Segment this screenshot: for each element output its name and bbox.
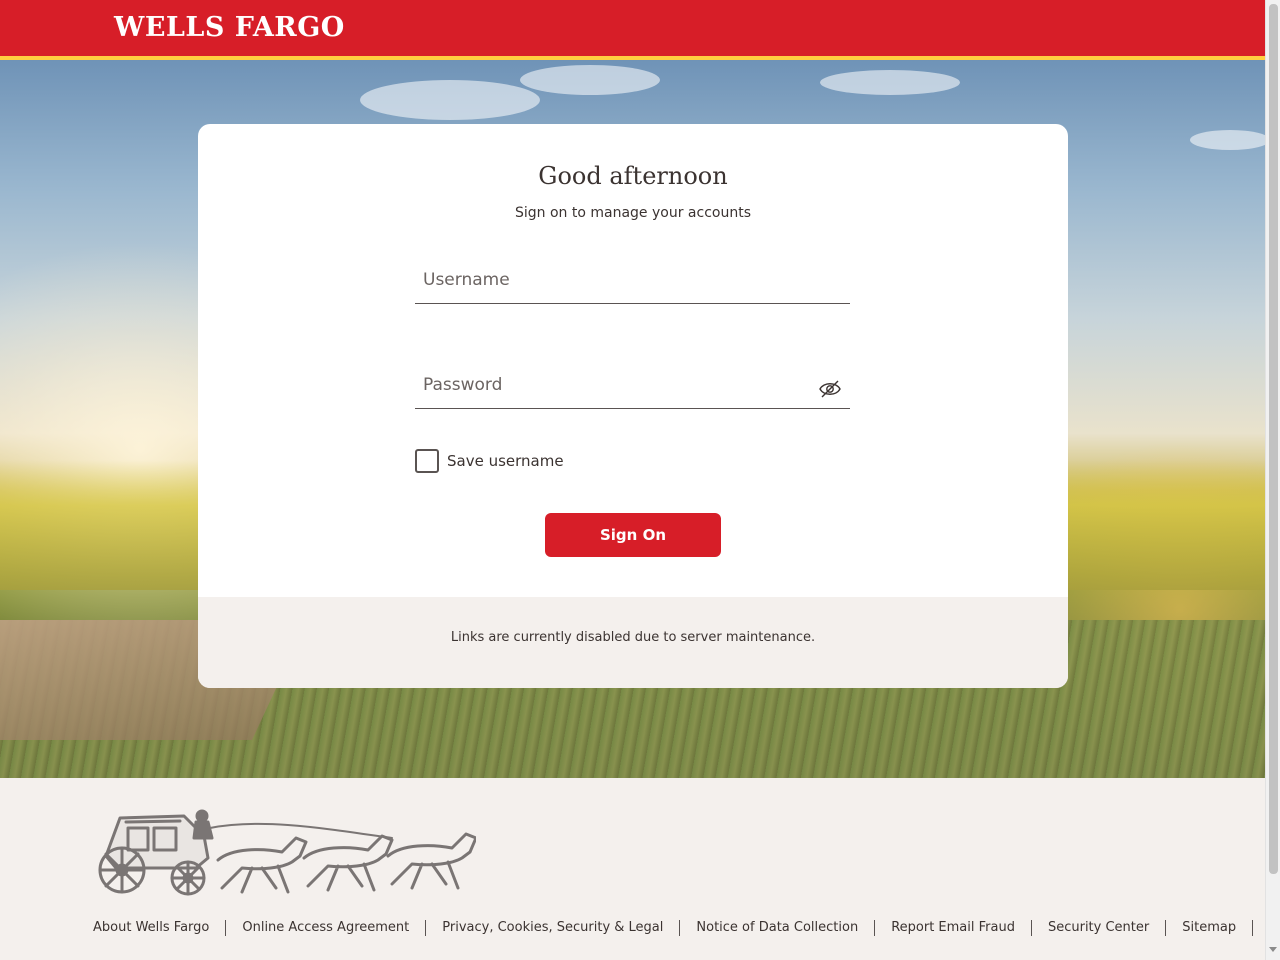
footer-link-privacy[interactable]: Privacy, Cookies, Security & Legal — [426, 920, 681, 936]
wells-fargo-logo[interactable]: WELLS FARGO — [114, 12, 345, 43]
greeting-heading: Good afternoon — [538, 162, 728, 190]
cloud — [360, 80, 540, 120]
scrollbar-thumb[interactable] — [1269, 4, 1278, 874]
cloud — [820, 70, 960, 95]
save-username-label[interactable]: Save username — [447, 452, 564, 470]
cloud — [520, 65, 660, 95]
stagecoach-logo — [98, 809, 476, 896]
sign-on-subtitle: Sign on to manage your accounts — [515, 205, 751, 221]
cloud — [1190, 130, 1265, 150]
eye-slash-icon[interactable] — [818, 379, 842, 399]
footer-link-online-access-agreement[interactable]: Online Access Agreement — [226, 920, 427, 936]
password-field — [415, 363, 850, 409]
username-field — [415, 258, 850, 304]
footer-link-sitemap[interactable]: Sitemap — [1166, 920, 1254, 936]
footer-link-security-center[interactable]: Security Center — [1032, 920, 1167, 936]
card-footer: Links are currently disabled due to serv… — [198, 597, 1068, 688]
footer-link-about[interactable]: About Wells Fargo — [93, 920, 227, 936]
scroll-down-arrow-icon[interactable] — [1269, 947, 1277, 952]
page-scrollbar[interactable] — [1265, 0, 1280, 960]
site-header: WELLS FARGO — [0, 0, 1265, 60]
sign-on-button[interactable]: Sign On — [545, 513, 721, 557]
footer-link-notice-of-data-collection[interactable]: Notice of Data Collection — [680, 920, 876, 936]
sign-on-card: Good afternoon Sign on to manage your ac… — [198, 124, 1068, 688]
username-input[interactable] — [415, 258, 850, 302]
footer-links: About Wells Fargo Online Access Agreemen… — [93, 920, 1254, 936]
footer-link-report-email-fraud[interactable]: Report Email Fraud — [875, 920, 1032, 936]
maintenance-notice: Links are currently disabled due to serv… — [450, 630, 816, 645]
password-input[interactable] — [415, 363, 850, 407]
save-username-checkbox[interactable] — [415, 449, 439, 473]
